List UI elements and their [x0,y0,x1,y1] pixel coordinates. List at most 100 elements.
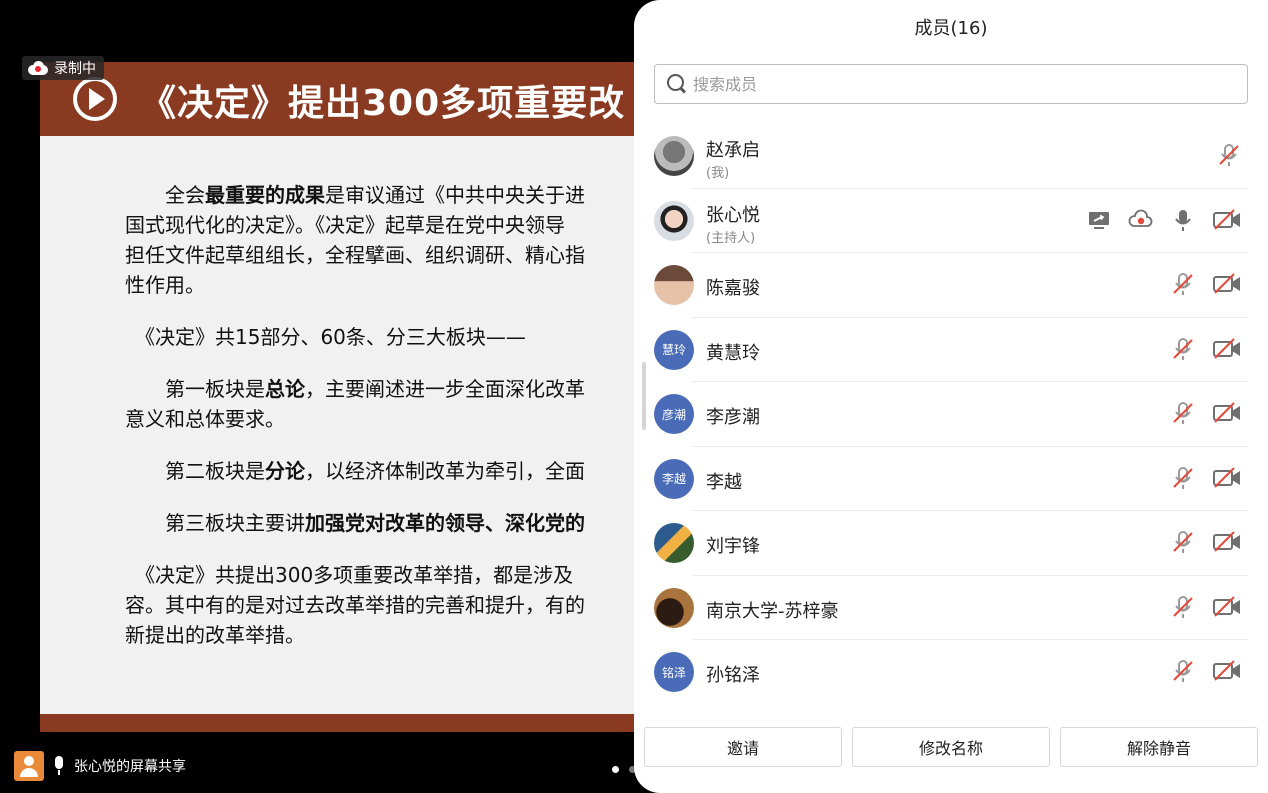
avatar: 铭泽 [654,652,694,692]
member-row[interactable]: 铭泽 孙铭泽 [634,640,1268,704]
camera-off-icon[interactable] [1212,658,1242,684]
slide-text-line: 《决定》共提出300多项重要改革举措，都是涉及 [125,560,680,590]
member-name: 赵承启 [706,140,760,161]
slide-text: 全会 [125,183,205,207]
avatar [654,136,694,176]
screen-share-icon[interactable] [1086,207,1112,233]
slide-text: 性作用。 [125,273,205,297]
play-icon [73,77,117,121]
slide-header: 《决定》提出300多项重要改 [40,62,680,136]
slide-bold-text: 分论 [265,459,305,483]
unmute-button[interactable]: 解除静音 [1060,727,1258,767]
member-row[interactable]: 慧玲 黄慧玲 [634,318,1268,383]
member-status-icons [1170,465,1242,491]
slide-bold-text: 总论 [265,377,305,401]
member-role: (主持人) [706,230,756,246]
cloud-record-icon [28,61,48,75]
camera-off-icon[interactable] [1212,465,1242,491]
member-row[interactable]: 张心悦 (主持人) [634,189,1268,254]
slide-footer [40,714,680,732]
member-name: 李越 [706,471,742,493]
slide-text-line: 全会最重要的成果是审议通过《中共中央关于进 [125,180,680,210]
mic-muted-icon[interactable] [1170,336,1196,362]
slide-text-line: 《决定》共15部分、60条、分三大板块—— [125,322,680,352]
slide-text: ，以经济体制改革为牵引，全面 [305,459,585,483]
member-row[interactable]: 李越 李越 [634,447,1268,512]
slide-text: 国式现代化的决定》。《决定》起草是在党中央领导 [125,213,565,237]
camera-off-icon[interactable] [1212,594,1242,620]
avatar [654,523,694,563]
slide-text: 意义和总体要求。 [125,407,285,431]
member-status-icons [1216,142,1242,168]
rename-button[interactable]: 修改名称 [852,727,1050,767]
member-name: 张心悦 [706,204,760,226]
page-dot-active[interactable] [612,766,619,773]
member-role: (我) [706,166,730,181]
slide-text-line: 国式现代化的决定》。《决定》起草是在党中央领导 [125,210,680,240]
slide-text-line: 第三板块主要讲加强党对改革的领导、深化党的 [125,508,680,538]
avatar: 慧玲 [654,329,694,370]
member-name: 陈嘉骏 [706,278,760,299]
slide-text: 第一板块是 [125,377,265,401]
slide-text: 是审议通过《中共中央关于进 [325,183,585,207]
mic-muted-icon[interactable] [1170,658,1196,684]
slide-text: 第三板块主要讲 [125,511,305,535]
member-name: 李彦潮 [706,407,760,428]
avatar [654,587,694,628]
member-row[interactable]: 南京大学-苏梓豪 [634,576,1268,641]
search-box[interactable] [654,64,1248,104]
member-status-icons [1170,271,1242,297]
member-row[interactable]: 赵承启 (我) [634,124,1268,189]
slide-text: ，主要阐述进一步全面深化改革 [305,377,585,401]
slide-text-line: 第一板块是总论，主要阐述进一步全面深化改革 [125,374,680,404]
search-icon [667,74,687,94]
camera-off-icon[interactable] [1212,400,1242,426]
camera-off-icon[interactable] [1212,529,1242,555]
member-status-icons [1170,658,1242,684]
member-name: 黄慧玲 [706,342,760,364]
mic-icon [52,756,66,776]
panel-actions: 邀请 修改名称 解除静音 [644,727,1258,767]
member-panel: 成员(16) 赵承启 (我) 张心悦 (主持人) 陈嘉骏慧玲黄慧玲彦潮李彦潮李越李越刘宇… [634,0,1268,793]
member-row[interactable]: 彦潮 李彦潮 [634,382,1268,447]
avatar [14,751,44,781]
slide-text-line: 新提出的改革举措。 [125,620,680,650]
mic-muted-icon[interactable] [1170,529,1196,555]
slide-text: 第二板块是 [125,459,265,483]
member-list: 赵承启 (我) 张心悦 (主持人) 陈嘉骏 慧玲 黄慧玲 彦潮 李彦潮 李越 李越 刘宇锋 南京大学-苏… [634,124,1268,704]
member-row[interactable]: 陈嘉骏 [634,253,1268,318]
panel-title: 成员(16) [914,18,988,39]
slide-bold-text: 最重要的成果 [205,183,325,207]
meeting-window: 《决定》提出300多项重要改 全会最重要的成果是审议通过《中共中央关于进国式现代… [0,0,1268,793]
cloud-record-icon[interactable] [1128,207,1154,233]
screen-share-label: 张心悦的屏幕共享 [74,759,186,775]
member-name: 孙铭泽 [706,665,760,686]
avatar [654,265,694,305]
camera-off-icon[interactable] [1212,336,1242,362]
screen-share-info: 张心悦的屏幕共享 [14,751,186,781]
search-input[interactable] [693,74,1213,94]
mic-muted-icon[interactable] [1170,271,1196,297]
slide-text-line: 意义和总体要求。 [125,404,680,434]
camera-off-icon[interactable] [1212,207,1242,233]
slide-text: 容。其中有的是对过去改革举措的完善和提升，有的 [125,593,585,617]
member-status-icons [1086,207,1242,233]
slide-text: 《决定》共提出300多项重要改革举措，都是涉及 [125,563,574,587]
mic-muted-icon[interactable] [1216,142,1242,168]
slide-text-line: 第二板块是分论，以经济体制改革为牵引，全面 [125,456,680,486]
slide-body: 全会最重要的成果是审议通过《中共中央关于进国式现代化的决定》。《决定》起草是在党… [125,180,680,672]
member-status-icons [1170,594,1242,620]
slide-text-line: 容。其中有的是对过去改革举措的完善和提升，有的 [125,590,680,620]
invite-button[interactable]: 邀请 [644,727,842,767]
recording-badge[interactable]: 录制中 [22,56,104,80]
avatar [654,200,694,241]
slide-bold-text: 加强党对改革的领导、深化党的 [305,511,585,535]
mic-muted-icon[interactable] [1170,400,1196,426]
member-row[interactable]: 刘宇锋 [634,511,1268,576]
slide-text-line: 性作用。 [125,270,680,300]
mic-icon[interactable] [1170,207,1196,233]
slide-text-line: 担任文件起草组组长，全程擘画、组织调研、精心指 [125,240,680,270]
mic-muted-icon[interactable] [1170,594,1196,620]
camera-off-icon[interactable] [1212,271,1242,297]
mic-muted-icon[interactable] [1170,465,1196,491]
